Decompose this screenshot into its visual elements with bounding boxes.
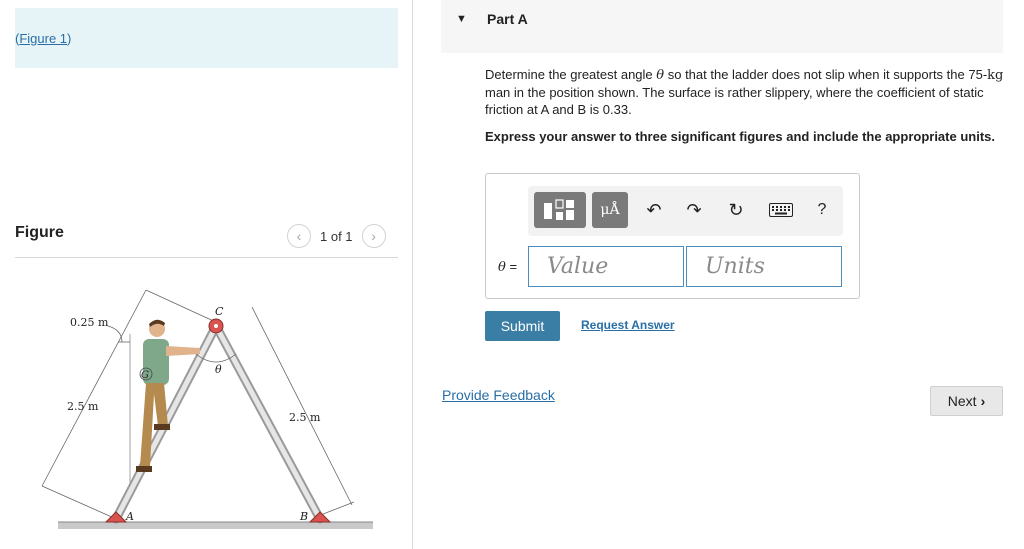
next-label: Next — [947, 393, 977, 409]
request-answer-link[interactable]: Request Answer — [581, 318, 675, 332]
dim-ext-right — [317, 501, 355, 517]
label-25m-left: 2.5 m — [67, 400, 99, 413]
label-theta: θ — [215, 363, 222, 376]
problem-statement: Determine the greatest angle θ so that t… — [485, 66, 1005, 118]
math-toolbar: μÅ ↶ ↷ ↻ ? — [528, 186, 843, 236]
answer-equals: = — [505, 259, 518, 274]
label-025m: 0.25 m — [70, 316, 109, 329]
answer-box: μÅ ↶ ↷ ↻ ? θ = — [485, 173, 860, 299]
keyboard-icon[interactable] — [764, 192, 798, 228]
dim-ext-left — [41, 485, 115, 519]
redo-icon[interactable]: ↷ — [680, 192, 708, 228]
figure-pager: ‹ 1 of 1 › — [287, 224, 386, 248]
label-a: A — [125, 510, 134, 523]
dim-line-right — [251, 306, 353, 506]
help-button[interactable]: ? — [812, 192, 832, 228]
problem-text-3: man in the position shown. The surface i… — [485, 85, 984, 117]
submit-button[interactable]: Submit — [485, 311, 560, 341]
units-button[interactable]: μÅ — [592, 192, 628, 228]
provide-feedback-link[interactable]: Provide Feedback — [442, 387, 555, 403]
part-a-header[interactable]: ▼ Part A — [441, 0, 1003, 53]
answer-instruction: Express your answer to three significant… — [485, 129, 995, 144]
man-figure — [136, 319, 200, 472]
answer-variable: θ — [498, 260, 506, 275]
mastering-problem-page: (Figure 1) Figure ‹ 1 of 1 › 0.25 m 2.5 … — [0, 0, 1024, 549]
close-paren: ) — [67, 31, 72, 46]
figure-heading: Figure — [15, 224, 64, 241]
pager-text: 1 of 1 — [320, 228, 353, 244]
chevron-right-icon[interactable]: › — [361, 224, 386, 248]
label-g: G — [141, 370, 149, 381]
ground — [58, 522, 373, 529]
figure-1-link[interactable]: Figure 1 — [19, 31, 67, 46]
units-input[interactable] — [686, 246, 842, 287]
reset-icon[interactable]: ↻ — [722, 192, 750, 228]
label-b: B — [299, 510, 308, 523]
ladder-figure: 0.25 m 2.5 m 2.5 m C θ G A B — [41, 289, 373, 529]
figure-pane: (Figure 1) Figure ‹ 1 of 1 › 0.25 m 2.5 … — [0, 0, 413, 549]
value-input[interactable] — [528, 246, 684, 287]
part-title: Part A — [487, 11, 528, 27]
figure-divider — [15, 257, 398, 258]
next-button[interactable]: Next › — [930, 386, 1003, 416]
dim-line-top-ext — [145, 289, 221, 325]
problem-text-1: Determine the greatest angle — [485, 67, 657, 82]
chevron-right-icon: › — [980, 393, 986, 409]
figure-link-wrap: (Figure 1) — [15, 31, 71, 46]
problem-text-2: so that the ladder does not slip when it… — [664, 67, 988, 82]
fraction-template-icon[interactable] — [534, 192, 586, 228]
caret-down-icon[interactable]: ▼ — [456, 13, 467, 25]
answer-variable-label: θ = — [498, 259, 517, 275]
problem-theta: θ — [656, 68, 665, 83]
pane-divider — [412, 0, 413, 549]
problem-unit: kg — [987, 68, 1004, 83]
label-c: C — [215, 305, 224, 318]
figure-link-panel — [15, 8, 398, 68]
chevron-left-icon[interactable]: ‹ — [287, 224, 311, 248]
undo-icon[interactable]: ↶ — [640, 192, 668, 228]
label-25m-right: 2.5 m — [289, 411, 321, 424]
